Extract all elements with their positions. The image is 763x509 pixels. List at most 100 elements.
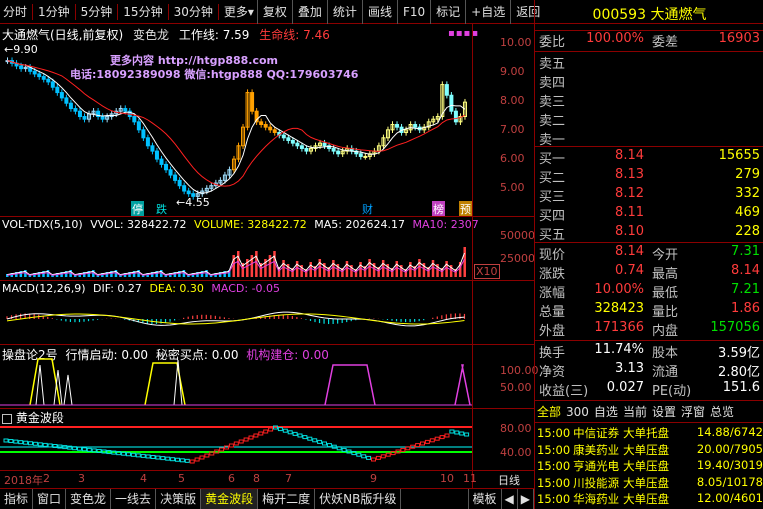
candle-body[interactable]: [281, 134, 286, 139]
gold-band-step: [341, 447, 347, 452]
candle-body[interactable]: [449, 94, 454, 112]
f10-button[interactable]: F10: [396, 0, 430, 24]
candle-body[interactable]: [68, 102, 73, 110]
buy-row[interactable]: 买五 8.10 228: [535, 224, 763, 244]
candle-body[interactable]: [186, 190, 191, 195]
buy-row[interactable]: 买一 8.14 15655: [535, 148, 763, 168]
filter-tab[interactable]: 自选: [594, 405, 618, 419]
candle-body[interactable]: [55, 86, 60, 94]
candle-body[interactable]: [263, 124, 268, 128]
filter-tab[interactable]: 全部: [537, 405, 561, 419]
period-tab-fenshi[interactable]: 分时: [0, 0, 30, 24]
candle-body[interactable]: [413, 124, 418, 128]
period-tab-15min[interactable]: 15分钟: [120, 0, 165, 24]
candle-body[interactable]: [168, 169, 173, 176]
candle-body[interactable]: [336, 150, 341, 155]
volume-chart[interactable]: [0, 217, 472, 279]
candle-body[interactable]: [395, 124, 400, 128]
candle-body[interactable]: [191, 193, 196, 197]
candle-body[interactable]: [19, 65, 24, 70]
candle-body[interactable]: [363, 155, 368, 158]
draw-line-button[interactable]: 画线: [361, 0, 397, 24]
candle-body[interactable]: [100, 116, 105, 120]
news-row[interactable]: 15:00 康美药业 大单压盘 20.00/7905: [537, 442, 763, 458]
tab-chameleon[interactable]: 变色龙: [66, 488, 112, 509]
gold-band-chart[interactable]: [0, 409, 472, 469]
candle-body[interactable]: [150, 145, 155, 152]
news-row[interactable]: 15:00 华海药业 大单压盘 12.00/4601: [537, 491, 763, 507]
candle-body[interactable]: [41, 76, 46, 80]
candle-body[interactable]: [272, 129, 277, 133]
period-more-dropdown[interactable]: 更多▾: [221, 0, 257, 24]
candle-body[interactable]: [268, 126, 273, 131]
candle-body[interactable]: [173, 174, 178, 181]
candle-body[interactable]: [358, 153, 363, 157]
overlay-button[interactable]: 叠加: [291, 0, 327, 24]
candle-body[interactable]: [250, 92, 255, 112]
tab-meikai[interactable]: 梅开二度: [258, 488, 316, 509]
candle-body[interactable]: [64, 97, 69, 104]
candle-body[interactable]: [141, 129, 146, 139]
candle-body[interactable]: [182, 185, 187, 192]
scroll-left-icon[interactable]: ◀: [502, 488, 518, 509]
buy-row[interactable]: 买二 8.13 279: [535, 167, 763, 187]
candle-body[interactable]: [290, 139, 295, 144]
buy-row[interactable]: 买四 8.11 469: [535, 205, 763, 225]
candle-body[interactable]: [453, 110, 458, 123]
candle-body[interactable]: [37, 73, 42, 78]
candle-body[interactable]: [159, 158, 164, 165]
candle-body[interactable]: [331, 147, 336, 152]
tab-window[interactable]: 窗口: [33, 488, 67, 509]
filter-tab[interactable]: 当前: [623, 405, 647, 419]
candle-body[interactable]: [46, 78, 51, 83]
mark-button[interactable]: 标记: [430, 0, 465, 24]
tab-decision[interactable]: 决策版: [156, 488, 202, 509]
candle-body[interactable]: [77, 110, 82, 118]
candle-body[interactable]: [50, 81, 55, 88]
buy-row[interactable]: 买三 8.12 332: [535, 186, 763, 206]
candle-body[interactable]: [322, 142, 327, 147]
period-tab-1min[interactable]: 1分钟: [35, 0, 73, 24]
candle-body[interactable]: [286, 137, 291, 141]
macd-chart[interactable]: [0, 281, 472, 343]
candle-body[interactable]: [145, 137, 150, 147]
candle-body[interactable]: [299, 145, 304, 149]
candle-body[interactable]: [295, 142, 300, 147]
candle-body[interactable]: [304, 147, 309, 152]
scroll-right-icon[interactable]: ▶: [518, 488, 534, 509]
candle-body[interactable]: [164, 163, 169, 171]
period-tab-30min[interactable]: 30分钟: [171, 0, 216, 24]
candle-body[interactable]: [73, 108, 78, 112]
news-row[interactable]: 15:00 中信证券 大单托盘 14.88/6742: [537, 425, 763, 441]
candle-body[interactable]: [132, 116, 137, 123]
candle-body[interactable]: [444, 84, 449, 96]
tab-template[interactable]: 模板: [467, 488, 502, 509]
tab-gold-band[interactable]: 黄金波段: [201, 488, 259, 509]
stats-button[interactable]: 统计: [326, 0, 362, 24]
candle-body[interactable]: [32, 70, 37, 75]
candle-body[interactable]: [82, 116, 87, 120]
candle-body[interactable]: [177, 179, 182, 187]
candle-body[interactable]: [59, 92, 64, 99]
cp-chart[interactable]: [0, 345, 472, 407]
fuquan-button[interactable]: 复权: [256, 0, 292, 24]
chart-area[interactable]: 大通燃气(日线,前复权) 变色龙 工作线: 7.59 生命线: 7.46 ▪▪▪…: [0, 24, 539, 488]
filter-tab[interactable]: 300: [566, 405, 589, 419]
candle-body[interactable]: [123, 108, 128, 112]
gold-band-step: [67, 445, 73, 450]
tab-indicator[interactable]: 指标: [0, 488, 34, 509]
candle-body[interactable]: [136, 121, 141, 131]
candle-body[interactable]: [154, 150, 159, 160]
tab-yixianqu[interactable]: 一线去: [111, 488, 157, 509]
volume-bar: [368, 259, 371, 277]
news-row[interactable]: 15:00 亨通光电 大单压盘 19.40/3019: [537, 458, 763, 474]
candle-body[interactable]: [259, 121, 264, 125]
filter-tab[interactable]: 总览: [710, 405, 734, 419]
news-row[interactable]: 15:00 川投能源 大单压盘 8.05/10178: [537, 475, 763, 491]
period-tab-5min[interactable]: 5分钟: [78, 0, 116, 24]
filter-tab[interactable]: 设置: [652, 405, 676, 419]
price-chart[interactable]: [0, 24, 472, 216]
filter-tab[interactable]: 浮窗: [681, 405, 705, 419]
add-watchlist-button[interactable]: +自选: [465, 0, 510, 24]
tab-fuyao[interactable]: 伏妖NB版升级: [315, 488, 402, 509]
